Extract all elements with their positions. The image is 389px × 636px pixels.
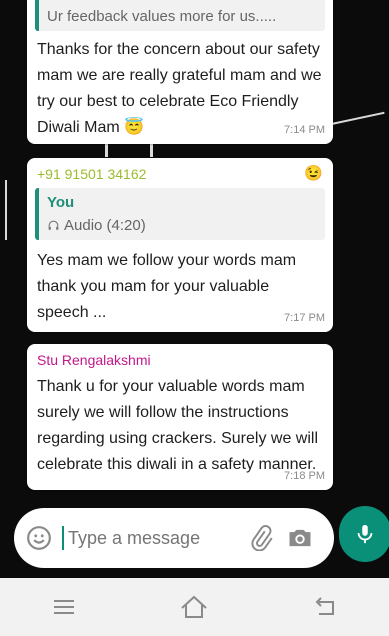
reaction-emoji[interactable]: 😉 [304, 164, 323, 182]
message-bubble[interactable]: +91 91501 34162 😉 You Audio (4:20) Yes m… [27, 158, 333, 332]
quoted-message[interactable]: You Audio (4:20) [35, 188, 325, 240]
message-time: 7:14 PM [284, 124, 325, 136]
camera-icon[interactable] [286, 524, 314, 552]
system-navigation-bar [0, 578, 389, 636]
message-input-bar [14, 508, 334, 568]
sender-name: Stu Rengalakshmi [37, 352, 151, 368]
wallpaper-stroke [105, 143, 108, 157]
message-bubble[interactable]: Stu Rengalakshmi Thank u for your valuab… [27, 344, 333, 490]
emoji-icon[interactable] [26, 525, 52, 551]
quoted-text: Audio (4:20) [64, 217, 146, 234]
sender-name: +91 91501 34162 [37, 166, 147, 182]
mic-button[interactable] [339, 506, 389, 562]
attach-icon[interactable] [248, 525, 274, 551]
message-time: 7:18 PM [284, 470, 325, 482]
wallpaper-stroke [325, 111, 385, 127]
headphones-icon [48, 220, 59, 230]
wallpaper-stroke [5, 180, 7, 240]
message-text: Thank u for your valuable words mam sure… [37, 378, 318, 473]
text-cursor [62, 526, 64, 550]
home-icon[interactable] [179, 595, 209, 619]
wallpaper-stroke [150, 143, 153, 157]
chat-area: Ur feedback values more for us..... Than… [0, 0, 389, 578]
back-icon[interactable] [313, 596, 337, 618]
message-bubble[interactable]: Ur feedback values more for us..... Than… [27, 0, 333, 144]
message-input[interactable] [66, 526, 240, 550]
message-time: 7:17 PM [284, 312, 325, 324]
mic-icon [357, 524, 373, 544]
smiling-face-with-halo-emoji: 😇 [124, 119, 145, 136]
quoted-author: You [47, 194, 75, 211]
quoted-message[interactable]: Ur feedback values more for us..... [35, 0, 325, 31]
menu-icon[interactable] [52, 597, 76, 617]
quoted-text: Ur feedback values more for us..... [47, 8, 277, 25]
